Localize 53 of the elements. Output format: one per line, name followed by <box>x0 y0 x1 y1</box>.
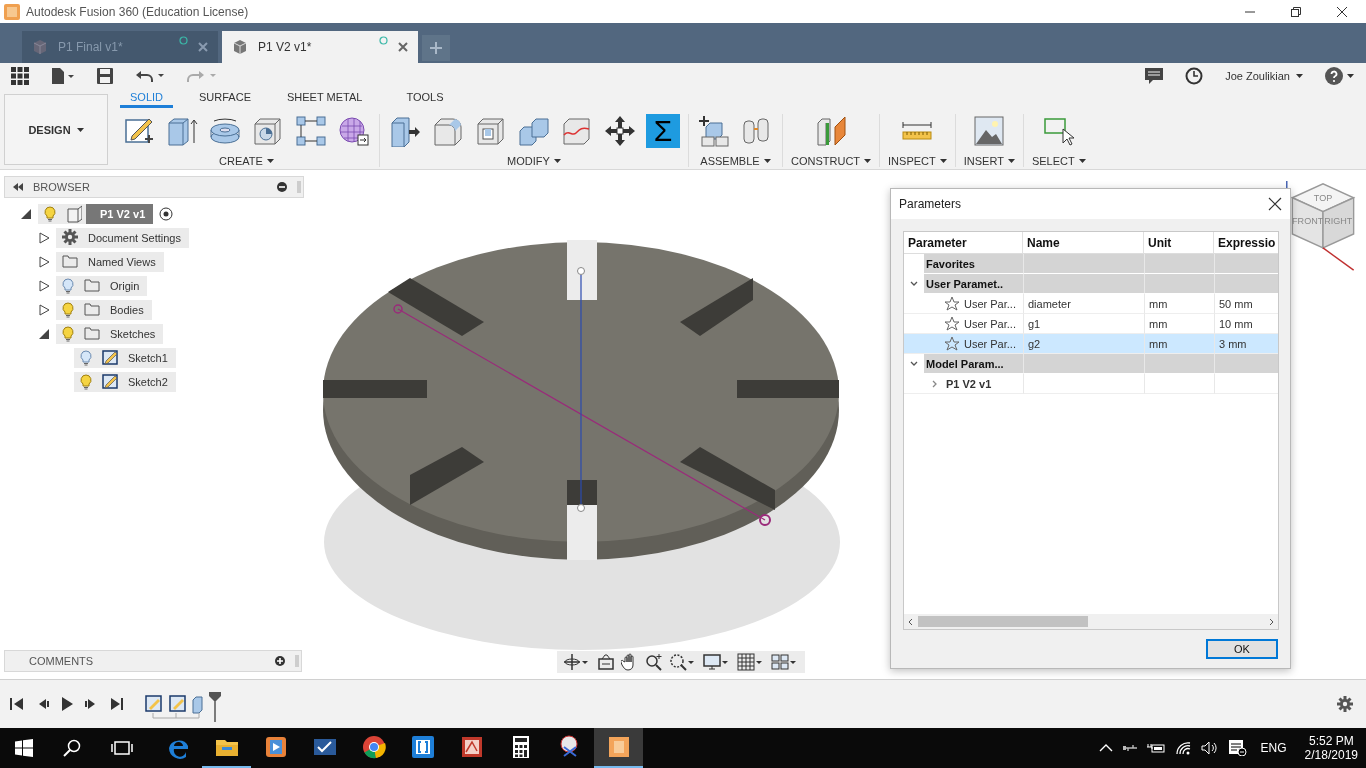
clock-time: 5:52 PM <box>1308 734 1354 748</box>
dialog-title: Parameters <box>899 197 962 211</box>
group-label[interactable]: Favorites <box>924 254 1023 274</box>
table-cell: User Par... <box>964 317 1016 330</box>
table-cell: P1 V2 v1 <box>946 377 992 390</box>
group-menu[interactable]: CREATE <box>219 155 274 167</box>
tree-item[interactable]: Sketch1 <box>74 348 176 368</box>
tree-item[interactable]: P1 V2 v1 <box>38 204 154 224</box>
table-row[interactable]: User Par... diameter mm 50 mm <box>904 294 1278 314</box>
tree-item[interactable]: Sketch2 <box>74 372 176 392</box>
window-title: Autodesk Fusion 360 (Education License) <box>26 4 249 19</box>
item-label: Sketch1 <box>128 352 168 364</box>
table-row[interactable]: User Par... g2 mm 3 mm <box>904 334 1278 354</box>
ok-button[interactable]: OK <box>1206 639 1278 659</box>
workspace-menu[interactable]: DESIGN <box>4 94 108 165</box>
ribbon-tab[interactable]: SURFACE <box>189 91 261 108</box>
component-name: P1 V2 v1 <box>86 204 154 224</box>
tree-item[interactable]: Sketches <box>56 324 164 344</box>
tree-item[interactable]: Bodies <box>56 300 152 320</box>
ribbon-tab[interactable]: SOLID <box>120 91 173 108</box>
panel-title: COMMENTS <box>29 655 94 667</box>
group-label[interactable]: Model Param... <box>924 354 1023 374</box>
item-label: Origin <box>110 280 140 292</box>
group-menu[interactable]: SELECT <box>1031 155 1086 167</box>
document-tab[interactable]: P1 V2 v1* <box>222 31 418 63</box>
tree-item[interactable]: Origin <box>56 276 148 296</box>
item-label: Document Settings <box>88 232 181 244</box>
group-label[interactable]: User Paramet.. <box>924 274 1023 294</box>
item-label: Bodies <box>110 304 144 316</box>
group-menu[interactable]: INSERT <box>963 155 1015 167</box>
group-menu[interactable]: CONSTRUCT <box>791 155 872 167</box>
item-label: Named Views <box>88 256 156 268</box>
ribbon-tab[interactable]: SHEET METAL <box>277 91 373 108</box>
table-row[interactable]: User Par... g1 mm 10 mm <box>904 314 1278 334</box>
item-label: Sketches <box>110 328 156 340</box>
cube-face-label: RIGHT <box>1324 216 1353 227</box>
table-cell: User Par... <box>964 297 1016 310</box>
panel-title: BROWSER <box>33 181 90 193</box>
tab-label[interactable]: P1 V2 v1* <box>258 40 369 54</box>
clock[interactable]: 5:52 PM 2/18/2019 <box>1304 734 1358 762</box>
cube-face-label: TOP <box>1313 192 1333 203</box>
clock-date: 2/18/2019 <box>1304 748 1358 762</box>
group-menu[interactable]: ASSEMBLE <box>700 155 771 167</box>
language-indicator[interactable]: ENG <box>1260 741 1287 755</box>
user-menu[interactable]: Joe Zoulikian <box>1225 69 1303 82</box>
group-menu[interactable]: MODIFY <box>507 155 561 167</box>
tool-button[interactable]: Σ <box>646 114 680 148</box>
tree-item[interactable]: Document Settings <box>56 228 189 248</box>
ribbon-tab[interactable]: TOOLS <box>396 91 454 108</box>
item-label: Sketch2 <box>128 376 168 388</box>
group-menu[interactable]: INSPECT <box>888 155 947 167</box>
table-cell: User Par... <box>964 337 1016 350</box>
tree-item[interactable]: Named Views <box>56 252 164 272</box>
